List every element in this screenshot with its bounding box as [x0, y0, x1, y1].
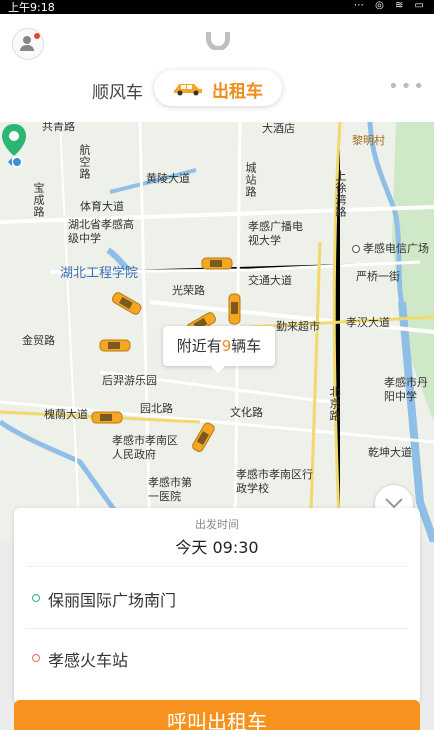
- map-label: 大酒店: [262, 122, 295, 135]
- departure-label: 出发时间: [195, 518, 239, 531]
- map-label: 槐荫大道: [44, 408, 88, 421]
- tab-shunfengche[interactable]: 顺风车: [92, 78, 143, 103]
- nearby-cars-bubble: 附近有9辆车: [163, 326, 275, 373]
- nearby-count: 9: [221, 337, 232, 355]
- map-label: 孝感市第一医院: [148, 476, 192, 503]
- call-taxi-button[interactable]: 呼叫出租车: [14, 700, 420, 730]
- map-label: 金贸路: [22, 334, 55, 347]
- map-label: 文化路: [230, 406, 263, 419]
- map-label: 孝感市孝南区行政学校: [236, 468, 313, 495]
- didi-logo-icon: [206, 32, 230, 50]
- status-icons: ⋯ ◎ ≋ ▭: [353, 0, 428, 11]
- status-bar: 上午9:18 ⋯ ◎ ≋ ▭: [0, 0, 434, 14]
- map-label: 城站路: [244, 162, 257, 198]
- profile-avatar-button[interactable]: [12, 28, 44, 60]
- origin-field[interactable]: 保丽国际广场南门: [28, 580, 398, 620]
- map-label: 严桥一街: [356, 270, 400, 283]
- nearby-taxi-icon: [91, 411, 123, 424]
- taxi-icon: [174, 84, 202, 96]
- map-label: 孝感电信广场: [352, 240, 429, 256]
- nearby-taxi-icon: [201, 257, 233, 270]
- map-label: 上徐湾路: [334, 170, 347, 218]
- map-label: 孝汉大道: [346, 316, 390, 329]
- map-label: 孝感市丹阳中学: [384, 376, 428, 403]
- origin-text: 保丽国际广场南门: [48, 591, 177, 610]
- map-label: 黄陵大道: [146, 172, 190, 185]
- nearby-taxi-icon: [228, 293, 241, 325]
- tab-taxi-label: 出租车: [212, 82, 263, 102]
- service-tabs: 顺风车 出租车: [0, 70, 434, 110]
- destination-dot-icon: [32, 654, 40, 662]
- nearby-suffix: 辆车: [231, 337, 262, 355]
- map-label: 园北路: [140, 402, 173, 415]
- poi-dot-icon: [352, 245, 360, 253]
- map-label: 宝成路: [32, 182, 45, 218]
- header: 顺风车 出租车 •••: [0, 14, 434, 122]
- map-label: 湖北省孝感高级中学: [68, 218, 134, 245]
- map-label: 体育大道: [80, 200, 124, 213]
- more-icon[interactable]: •••: [388, 76, 426, 97]
- map-label: 勤来超市: [276, 320, 320, 333]
- map-label: 交通大道: [248, 274, 292, 287]
- divider: [26, 566, 408, 567]
- map-label: 共青路: [42, 122, 75, 133]
- destination-text: 孝感火车站: [48, 651, 129, 670]
- notification-dot: [34, 33, 40, 39]
- map-label: 乾坤大道: [368, 446, 412, 459]
- nearby-taxi-icon: [99, 339, 131, 352]
- divider: [26, 628, 408, 629]
- booking-panel: 出发时间 今天 09:30 保丽国际广场南门 孝感火车站: [14, 508, 420, 704]
- map-label: 孝感广播电视大学: [248, 220, 303, 247]
- origin-dot-icon: [32, 594, 40, 602]
- departure-time-selector[interactable]: 今天 09:30: [14, 534, 420, 558]
- nearby-prefix: 附近有: [176, 337, 222, 355]
- map-label: 黎明村: [352, 134, 385, 147]
- map-label: 湖北工程学院: [60, 266, 139, 281]
- destination-field[interactable]: 孝感火车站: [28, 640, 398, 680]
- map-label: 光荣路: [172, 284, 205, 297]
- map-label: 后羿游乐园: [102, 374, 157, 387]
- map-label: 航空路: [78, 144, 91, 180]
- map-label: 北京路: [328, 386, 341, 422]
- location-pin-icon: [2, 124, 26, 168]
- map-label: 孝感市孝南区人民政府: [112, 434, 178, 461]
- status-time: 上午9:18: [8, 1, 55, 14]
- map-view[interactable]: 共青路 大酒店 黎明村 航空路 黄陵大道 城站路 上徐湾路 宝成路 体育大道 湖…: [0, 122, 434, 542]
- tab-taxi[interactable]: 出租车: [154, 70, 282, 106]
